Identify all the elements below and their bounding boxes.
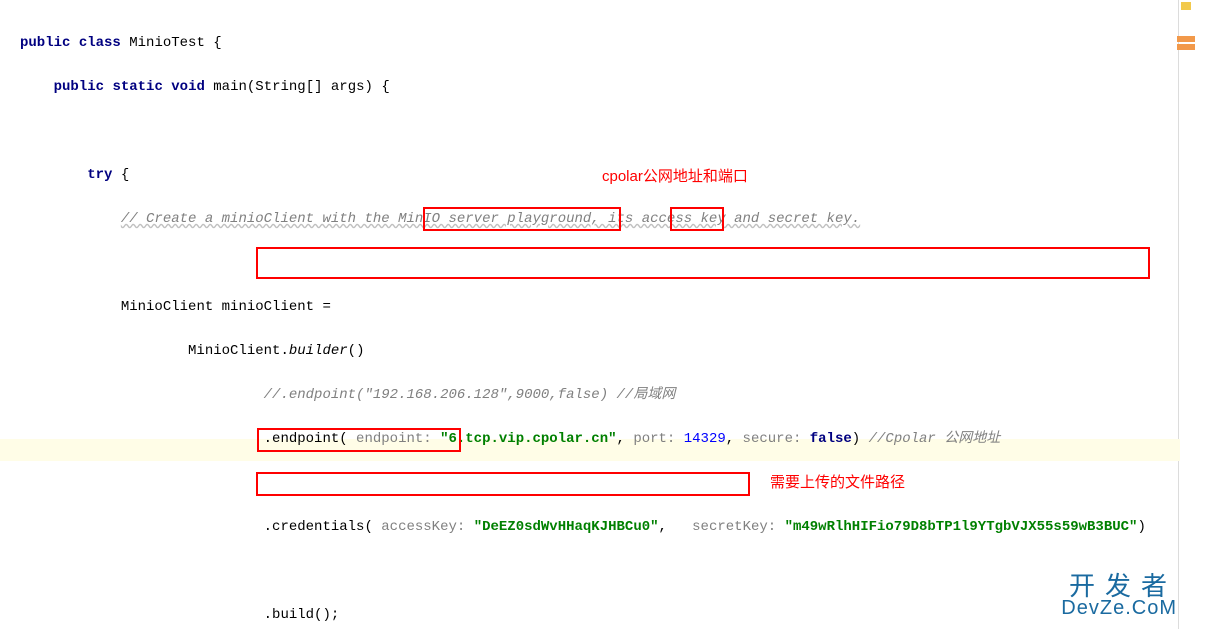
code-line[interactable]: .endpoint( endpoint: "6.tcp.vip.cpolar.c… <box>20 428 1217 450</box>
annotation-upload-path-label: 需要上传的文件路径 <box>770 472 905 494</box>
watermark-cn: 开发者 <box>1061 575 1177 597</box>
annotation-box-endpoint-port <box>670 207 724 231</box>
code-line[interactable]: public static void main(String[] args) { <box>20 76 1217 98</box>
code-editor[interactable]: public class MinioTest { public static v… <box>0 0 1217 629</box>
blank-line[interactable] <box>20 120 1217 142</box>
comment-line[interactable]: //.endpoint("192.168.206.128",9000,false… <box>20 384 1217 406</box>
gutter-marker[interactable] <box>1177 44 1195 50</box>
watermark-en: DevZe.CoM <box>1061 597 1177 619</box>
watermark-brand: 开发者 DevZe.CoM <box>1061 575 1177 619</box>
annotation-box-credentials <box>256 247 1150 279</box>
gutter-marker[interactable] <box>1177 36 1195 42</box>
annotation-box-filename <box>256 472 750 496</box>
annotation-box-endpoint-host <box>423 207 621 231</box>
code-line[interactable]: MinioClient.builder() <box>20 340 1217 362</box>
code-line[interactable]: public class MinioTest { <box>20 32 1217 54</box>
annotation-cpolar-label: cpolar公网地址和端口 <box>602 166 748 188</box>
code-line[interactable]: MinioClient minioClient = <box>20 296 1217 318</box>
annotation-box-bucket <box>257 428 461 452</box>
blank-line[interactable] <box>20 560 1217 582</box>
gutter-warning-marker[interactable] <box>1181 2 1191 10</box>
code-line[interactable]: .credentials( accessKey: "DeEZ0sdWvHHaqK… <box>20 516 1217 538</box>
code-line[interactable]: .build(); <box>20 604 1217 626</box>
